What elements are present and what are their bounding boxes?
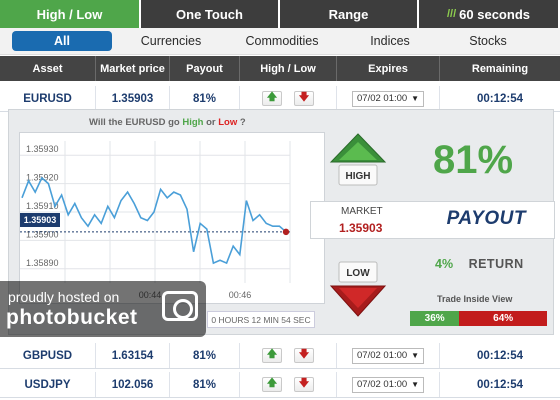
market-price: 102.056 (96, 372, 170, 397)
market-label: MARKET (341, 206, 383, 217)
filter-currencies[interactable]: Currencies (112, 31, 230, 51)
filter-commodities[interactable]: Commodities (230, 31, 334, 51)
question-high: High (182, 117, 204, 128)
tab-60-seconds-label: 60 seconds (459, 6, 530, 22)
payout-label: PAYOUT (446, 208, 526, 229)
asset-name: GBPUSD (0, 343, 96, 368)
payout-percentage: 81% (433, 138, 514, 182)
y-tick-label: 1.35930 (26, 144, 59, 154)
col-high-low: High / Low (240, 56, 337, 81)
expiry-select[interactable]: 07/02 01:00 ▼ (352, 347, 424, 364)
up-triangle-icon: HIGH (329, 133, 387, 186)
market-price: 1.35903 (96, 86, 170, 111)
market-value: 1.35903 (339, 221, 383, 235)
price-series-line (21, 176, 287, 265)
asset-name: EURUSD (0, 86, 96, 111)
trade-inside-view-label: Trade Inside View (437, 294, 513, 304)
payout-value: 81% (170, 372, 240, 397)
expiry-cell: 07/02 01:00 ▼ (337, 343, 440, 368)
up-arrow-icon[interactable]: 🡅 (262, 348, 282, 363)
market-price: 1.63154 (96, 343, 170, 368)
current-price-point (282, 228, 290, 236)
table-row[interactable]: USDJPY 102.056 81% 🡅 🡇 07/02 01:00 ▼ 00:1… (0, 372, 560, 398)
y-tick-label: 1.35900 (26, 229, 59, 239)
asset-name: USDJPY (0, 372, 96, 397)
tab-60-seconds[interactable]: ///60 seconds (419, 0, 558, 28)
return-label: RETURN (468, 257, 524, 271)
caret-down-icon: ▼ (411, 351, 419, 360)
return-row: 4% RETURN (435, 257, 524, 271)
expiry-cell: 07/02 01:00 ▼ (337, 372, 440, 397)
question-low: Low (218, 117, 238, 128)
remaining-time: 00:12:54 (476, 92, 524, 105)
expiry-select[interactable]: 07/02 01:00 ▼ (352, 376, 424, 393)
trade-type-tabs: High / Low One Touch Range ///60 seconds (0, 0, 560, 28)
tab-range[interactable]: Range (280, 0, 417, 28)
high-button-label: HIGH (346, 171, 371, 182)
direction-buttons: 🡅 🡇 (240, 372, 337, 397)
current-price-tag: 1.35903 (20, 213, 60, 227)
expiry-value: 07/02 01:00 (357, 379, 408, 390)
photobucket-watermark: proudly hosted on photobucket (0, 281, 206, 337)
up-arrow-icon[interactable]: 🡅 (262, 91, 282, 106)
direction-buttons: 🡅 🡇 (240, 86, 337, 111)
direction-buttons: 🡅 🡇 (240, 343, 337, 368)
tab-high-low[interactable]: High / Low (0, 0, 139, 28)
col-payout[interactable]: Payout (170, 56, 240, 81)
caret-down-icon: ▼ (411, 94, 419, 103)
table-row[interactable]: GBPUSD 1.63154 81% 🡅 🡇 07/02 01:00 ▼ 00:1… (0, 343, 560, 369)
expiry-cell: 07/02 01:00 ▼ (337, 86, 440, 111)
down-arrow-icon[interactable]: 🡇 (294, 348, 314, 363)
question-mark: ? (239, 117, 246, 128)
sentiment-bar: 36% 64% (410, 311, 547, 326)
table-header: Asset Market price Payout High / Low Exp… (0, 56, 560, 81)
payout-value: 81% (170, 343, 240, 368)
col-asset[interactable]: Asset (0, 56, 96, 81)
filter-all[interactable]: All (12, 31, 112, 51)
down-arrow-icon[interactable]: 🡇 (294, 377, 314, 392)
watermark-line1: proudly hosted on (8, 289, 120, 305)
filter-indices[interactable]: Indices (334, 31, 446, 51)
col-expires[interactable]: Expires (337, 56, 440, 81)
price-chart: 1.359301.359201.359101.359001.3589000:44… (19, 132, 325, 304)
market-payout-box: MARKET 1.35903 PAYOUT (310, 201, 555, 239)
up-arrow-icon[interactable]: 🡅 (262, 377, 282, 392)
col-market-price[interactable]: Market price (96, 56, 170, 81)
question-or: or (206, 117, 216, 128)
camera-icon (162, 291, 198, 321)
caret-down-icon: ▼ (411, 380, 419, 389)
y-tick-label: 1.35890 (26, 258, 59, 268)
countdown-timer: 0 HOURS 12 MIN 54 SEC (207, 311, 315, 328)
trade-question: Will the EURUSD go High or Low ? (89, 117, 246, 128)
watermark-line2: photobucket (6, 306, 138, 329)
filter-stocks[interactable]: Stocks (446, 31, 530, 51)
remaining-time: 00:12:54 (476, 378, 524, 391)
tab-one-touch[interactable]: One Touch (141, 0, 278, 28)
high-button[interactable]: HIGH (329, 132, 387, 190)
x-tick-label: 00:46 (229, 290, 252, 300)
question-text: Will the EURUSD go (89, 117, 180, 128)
remaining-time: 00:12:54 (476, 349, 524, 362)
payout-value: 81% (170, 86, 240, 111)
return-percentage: 4% (435, 257, 454, 271)
col-remaining[interactable]: Remaining (440, 56, 560, 81)
low-share: 64% (459, 311, 547, 326)
low-button[interactable]: LOW (329, 260, 387, 318)
expiry-select[interactable]: 07/02 01:00 ▼ (352, 90, 424, 107)
low-button-label: LOW (346, 268, 370, 279)
high-share: 36% (410, 311, 460, 326)
price-chart-svg: 1.359301.359201.359101.359001.3589000:44… (20, 141, 292, 300)
down-triangle-icon: LOW (329, 261, 387, 317)
asset-filter-bar: All Currencies Commodities Indices Stock… (0, 28, 560, 55)
expiry-value: 07/02 01:00 (357, 350, 408, 361)
stripes-icon: /// (447, 8, 457, 20)
expiry-value: 07/02 01:00 (357, 93, 408, 104)
down-arrow-icon[interactable]: 🡇 (294, 91, 314, 106)
